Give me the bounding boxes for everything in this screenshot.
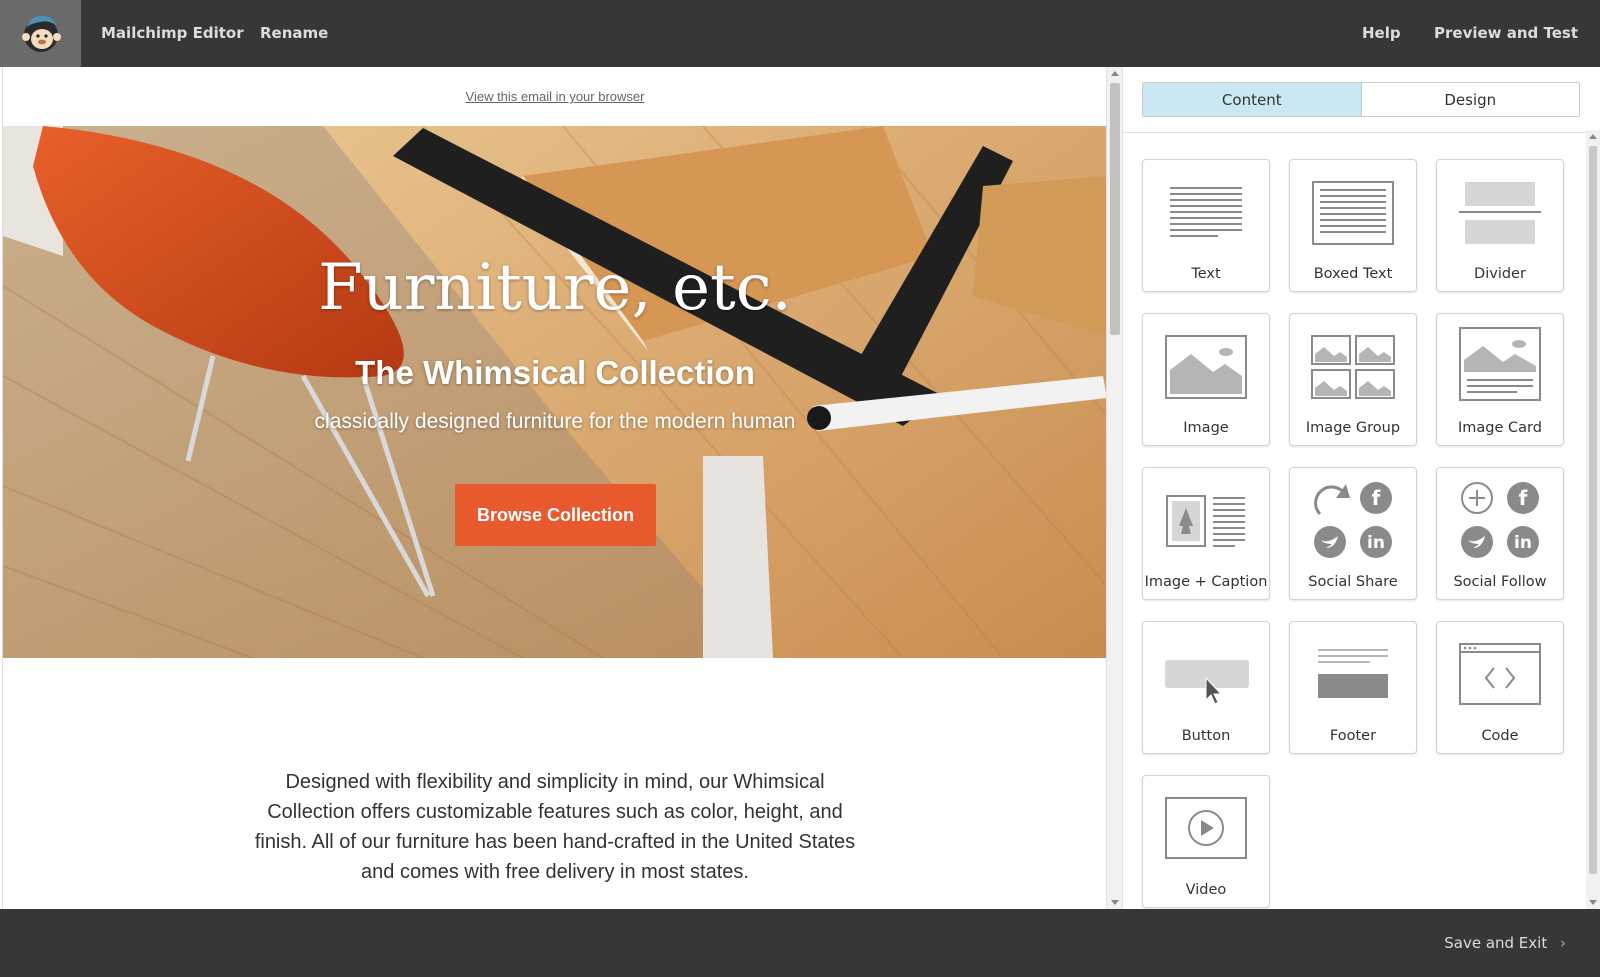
save-and-exit-button[interactable]: Save and Exit › <box>1444 909 1566 977</box>
tab-content[interactable]: Content <box>1143 83 1362 116</box>
image-card-icon <box>1459 327 1541 401</box>
top-bar: Mailchimp Editor Rename Help Preview and… <box>0 0 1600 104</box>
hero-tagline: classically designed furniture for the m… <box>314 410 796 433</box>
panel-scrollbar[interactable] <box>1586 130 1600 909</box>
block-social-follow[interactable]: f in Social Follow <box>1436 467 1564 600</box>
hero-image[interactable]: Furniture, etc. The Whimsical Collection… <box>3 126 1106 658</box>
mailchimp-logo[interactable] <box>0 0 81 67</box>
email-preview-canvas[interactable]: View this email in your browser Furnitur… <box>2 67 1106 909</box>
block-boxed-text[interactable]: Boxed Text <box>1289 159 1417 292</box>
panel-scroll-down-arrow-icon[interactable] <box>1589 900 1597 905</box>
scroll-thumb[interactable] <box>1110 83 1120 335</box>
freddie-logo-icon <box>21 15 61 52</box>
video-icon <box>1165 797 1247 859</box>
preview-scrollbar[interactable] <box>1106 67 1122 909</box>
block-label: Footer <box>1329 728 1377 744</box>
block-label: Divider <box>1474 266 1526 282</box>
block-code[interactable]: Code <box>1436 621 1564 754</box>
hero-photo <box>3 126 1106 658</box>
block-text[interactable]: Text <box>1142 159 1270 292</box>
save-and-exit-label: Save and Exit <box>1444 934 1548 952</box>
block-video[interactable]: Video <box>1142 775 1270 908</box>
code-icon <box>1459 643 1541 705</box>
divider-icon <box>1459 182 1541 244</box>
block-label: Social Follow <box>1453 574 1547 590</box>
block-image-caption[interactable]: Image + Caption <box>1142 467 1270 600</box>
hero-subtitle: The Whimsical Collection <box>355 354 755 391</box>
svg-text:f: f <box>1519 486 1528 510</box>
preview-label: Preview and Test <box>1434 24 1579 42</box>
image-caption-icon <box>1166 495 1245 547</box>
button-block-icon <box>1165 660 1249 705</box>
hero-title: Furniture, etc. <box>318 251 792 325</box>
scroll-up-arrow-icon[interactable] <box>1111 71 1119 76</box>
email-body-text[interactable]: Designed with flexibility and simplicity… <box>239 767 871 887</box>
text-lines-icon <box>1170 187 1242 237</box>
image-icon <box>1165 335 1247 399</box>
block-label: Text <box>1191 266 1221 282</box>
block-label: Button <box>1181 728 1231 744</box>
block-label: Social Share <box>1308 574 1398 590</box>
content-blocks-panel: Content Design Text Boxed Text Divider I… <box>1122 67 1600 909</box>
browse-collection-button[interactable]: Browse Collection <box>455 484 656 546</box>
svg-text:in: in <box>1514 533 1532 553</box>
social-follow-icon: f in <box>1461 482 1539 558</box>
boxed-text-icon <box>1312 181 1394 245</box>
block-label: Image Group <box>1305 420 1401 436</box>
block-label: Image + Caption <box>1144 574 1268 590</box>
block-button[interactable]: Button <box>1142 621 1270 754</box>
block-label: Image <box>1183 420 1229 436</box>
svg-text:in: in <box>1367 533 1385 553</box>
block-label: Video <box>1185 882 1227 898</box>
block-footer[interactable]: Footer <box>1289 621 1417 754</box>
block-image-card[interactable]: Image Card <box>1436 313 1564 446</box>
panel-divider <box>1123 132 1600 133</box>
panel-scroll-thumb[interactable] <box>1589 146 1597 874</box>
scroll-down-arrow-icon[interactable] <box>1111 900 1119 905</box>
block-image[interactable]: Image <box>1142 313 1270 446</box>
tab-design[interactable]: Design <box>1362 83 1580 116</box>
svg-text:f: f <box>1372 486 1381 510</box>
preview-and-test-button[interactable]: Preview and Test <box>1434 0 1600 104</box>
rename-button[interactable]: Rename <box>260 0 328 67</box>
social-share-icon: f in <box>1314 482 1392 558</box>
panel-scroll-up-arrow-icon[interactable] <box>1589 134 1597 139</box>
block-image-group[interactable]: Image Group <box>1289 313 1417 446</box>
block-label: Code <box>1481 728 1519 744</box>
chevron-right-icon: › <box>1560 934 1566 952</box>
image-group-icon <box>1311 335 1395 399</box>
block-divider[interactable]: Divider <box>1436 159 1564 292</box>
view-in-browser-link[interactable]: View this email in your browser <box>3 89 1106 104</box>
footer-icon <box>1318 649 1388 698</box>
panel-tabs: Content Design <box>1142 82 1580 117</box>
help-button[interactable]: Help <box>1362 0 1401 67</box>
app-title: Mailchimp Editor <box>101 24 244 42</box>
block-social-share[interactable]: f in Social Share <box>1289 467 1417 600</box>
block-label: Image Card <box>1458 420 1542 436</box>
bottom-bar: Save and Exit › <box>0 909 1600 977</box>
block-label: Boxed Text <box>1313 266 1393 282</box>
